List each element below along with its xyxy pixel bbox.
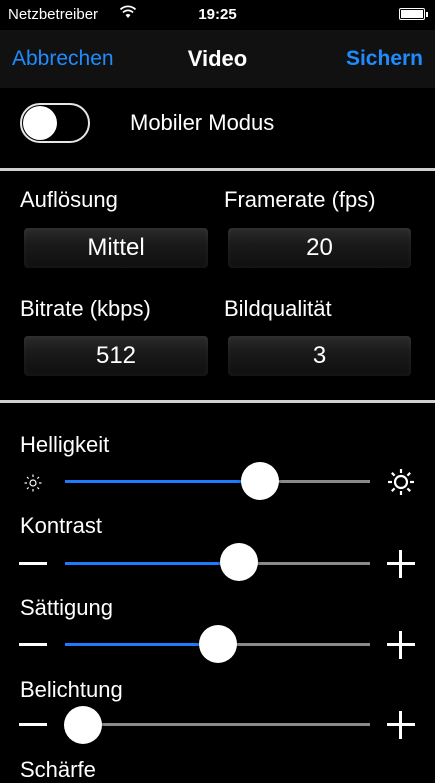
saturation-slider-thumb[interactable]	[198, 625, 237, 663]
quality-label: Bildqualität	[224, 296, 332, 321]
section-divider	[0, 168, 435, 171]
resolution-select[interactable]: Mittel	[24, 228, 208, 268]
bitrate-select[interactable]: 512	[24, 336, 208, 376]
status-time: 19:25	[198, 6, 237, 23]
slider-fill	[65, 643, 218, 646]
navigation-bar: Abbrechen Video Sichern	[0, 30, 435, 88]
sun-large-icon	[388, 469, 414, 495]
slider-fill	[65, 480, 261, 483]
status-bar: Netzbetreiber 19:25	[0, 0, 435, 30]
exposure-slider[interactable]	[65, 723, 370, 726]
section-divider	[0, 400, 435, 403]
quality-select[interactable]: 3	[228, 336, 411, 376]
contrast-slider[interactable]	[65, 562, 370, 565]
save-button[interactable]: Sichern	[346, 47, 423, 71]
battery-icon	[399, 8, 428, 20]
exposure-label: Belichtung	[20, 677, 123, 702]
toggle-knob	[23, 106, 57, 140]
minus-icon	[19, 723, 47, 726]
contrast-slider-thumb[interactable]	[219, 543, 258, 581]
resolution-label: Auflösung	[20, 187, 118, 212]
brightness-slider[interactable]	[65, 480, 370, 483]
framerate-select[interactable]: 20	[228, 228, 411, 268]
mobile-mode-toggle[interactable]	[20, 103, 90, 143]
exposure-slider-thumb[interactable]	[64, 706, 103, 744]
framerate-label: Framerate (fps)	[224, 187, 376, 212]
contrast-label: Kontrast	[20, 513, 102, 538]
plus-icon	[387, 631, 415, 659]
sun-small-icon	[24, 474, 42, 492]
sharpness-label: Schärfe	[20, 757, 96, 782]
minus-icon	[19, 643, 47, 646]
bitrate-label: Bitrate (kbps)	[20, 296, 151, 321]
brightness-slider-thumb[interactable]	[241, 462, 280, 500]
slider-fill	[65, 562, 239, 565]
brightness-label: Helligkeit	[20, 432, 110, 457]
plus-icon	[387, 550, 415, 578]
plus-icon	[387, 711, 415, 739]
mobile-mode-label: Mobiler Modus	[130, 110, 275, 135]
minus-icon	[19, 562, 47, 565]
saturation-label: Sättigung	[20, 595, 113, 620]
